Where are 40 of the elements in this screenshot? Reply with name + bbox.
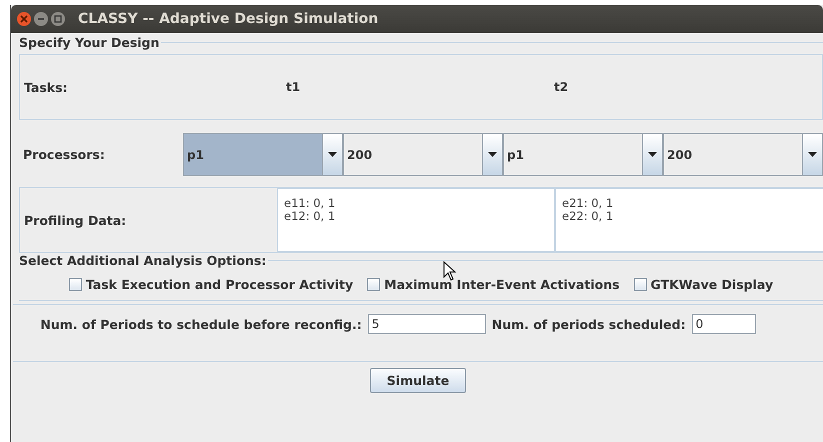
maximize-icon [54,15,62,23]
profile-entry: e11: 0, 1 [284,197,336,210]
cursor-icon [443,261,457,281]
dropdown[interactable]: p1 [503,133,663,176]
checkbox[interactable]: Maximum Inter-Event Activations [367,276,620,292]
checkbox[interactable]: GTKWave Display [634,276,774,292]
group-title: Select Additional Analysis Options: [18,253,268,268]
checkbox-box[interactable] [68,278,82,290]
profile-entry: e12: 0, 1 [284,210,336,223]
minimize-button[interactable] [34,12,48,26]
input-field[interactable]: 0 [692,314,756,334]
text-area[interactable]: e21: 0, 1 e22: 0, 1 [555,188,823,252]
checkbox-box[interactable] [367,278,380,290]
window-title: CLASSY -- Adaptive Design Simulation [78,11,378,27]
checkbox-box[interactable] [634,278,647,290]
processors-label: Processors: [22,147,106,162]
group-title: Specify Your Design [18,35,160,50]
input-field[interactable]: 5 [368,314,486,334]
field-label: Num. of Periods to schedule before reconfig.: [40,316,362,332]
maximize-button[interactable] [51,12,65,26]
caret-icon [488,152,497,157]
close-button[interactable] [17,12,31,26]
tasks-label: Tasks: [23,80,69,94]
text-area[interactable]: e11: 0, 1 e12: 0, 1 [277,188,555,252]
caret-icon [328,152,337,157]
caret-icon [648,152,657,157]
minimize-icon [37,15,45,23]
dropdown[interactable]: 200 [663,133,823,176]
profile-entry: e21: 0, 1 [562,197,614,210]
dropdown[interactable]: p1 [183,133,343,176]
dropdown[interactable]: 200 [343,133,503,176]
caret-icon [808,152,817,157]
simulate-button[interactable]: Simulate [370,368,466,393]
task-name: t2 [554,80,570,94]
profile-entry: e22: 0, 1 [562,210,614,223]
task-name: t1 [286,80,302,94]
field-label: Num. of periods scheduled: [492,316,686,332]
profiling-label: Profiling Data: [23,212,128,228]
close-icon [20,15,28,23]
checkbox[interactable]: Task Execution and Processor Activity [68,276,354,292]
